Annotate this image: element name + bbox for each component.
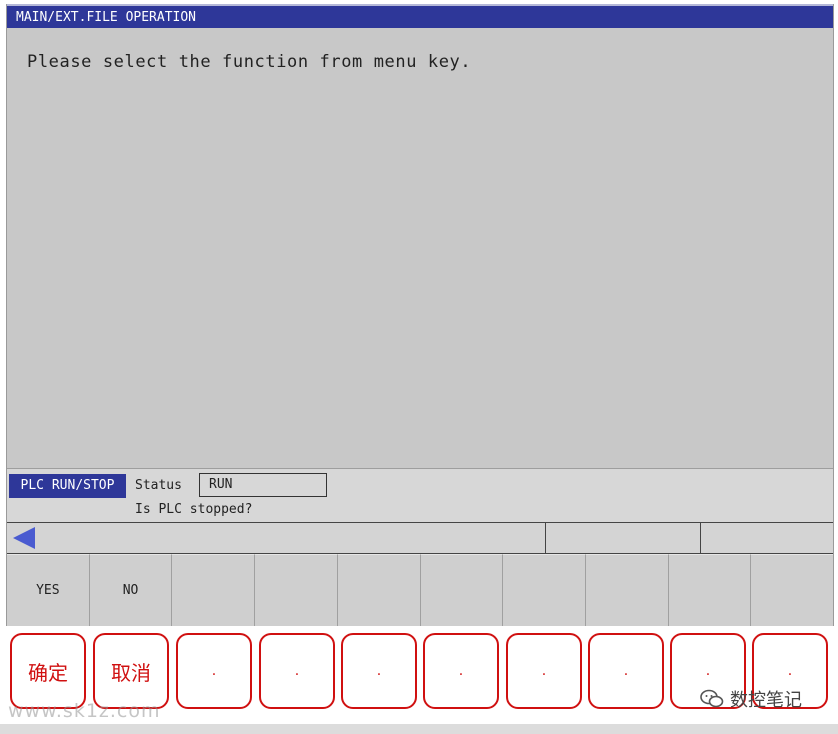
softkey-no[interactable]: NO [89, 554, 173, 626]
plc-run-stop-label: PLC RUN/STOP [9, 474, 126, 498]
annotation-cancel: 取消 [93, 633, 169, 709]
status-area: PLC RUN/STOP Status RUN Is PLC stopped? [7, 468, 833, 523]
softkey-4[interactable] [255, 554, 338, 626]
annotation-blank: . [341, 633, 417, 709]
watermark-url: www.sk1z.com [8, 700, 161, 722]
softkey-6[interactable] [420, 554, 504, 626]
info-bar [7, 522, 833, 554]
status-value-field: RUN [199, 473, 327, 497]
annotation-confirm: 确定 [10, 633, 86, 709]
triangle-left-icon[interactable] [13, 527, 35, 549]
annotation-blank: . [259, 633, 335, 709]
window-title: MAIN/EXT.FILE OPERATION [7, 4, 833, 28]
softkey-row: YES NO [7, 554, 834, 626]
softkey-7[interactable] [503, 554, 586, 626]
softkey-9[interactable] [668, 554, 752, 626]
cnc-screen: MAIN/EXT.FILE OPERATION Please select th… [6, 4, 834, 626]
annotation-blank: . [506, 633, 582, 709]
softkey-3[interactable] [172, 554, 256, 626]
info-bar-divider [545, 523, 546, 553]
softkey-10[interactable] [751, 554, 834, 626]
status-label: Status [135, 478, 182, 493]
bottom-strip [0, 724, 838, 734]
wechat-icon [700, 689, 724, 709]
confirmation-prompt: Is PLC stopped? [135, 502, 253, 517]
annotation-blank: . [588, 633, 664, 709]
softkey-5[interactable] [337, 554, 421, 626]
watermark-brand-text: 数控笔记 [730, 690, 802, 711]
info-bar-divider [700, 523, 701, 553]
watermark-brand: 数控笔记 [700, 686, 802, 712]
annotation-blank: . [176, 633, 252, 709]
softkey-yes[interactable]: YES [7, 554, 90, 626]
main-message: Please select the function from menu key… [27, 52, 472, 72]
annotation-blank: . [423, 633, 499, 709]
softkey-8[interactable] [585, 554, 669, 626]
